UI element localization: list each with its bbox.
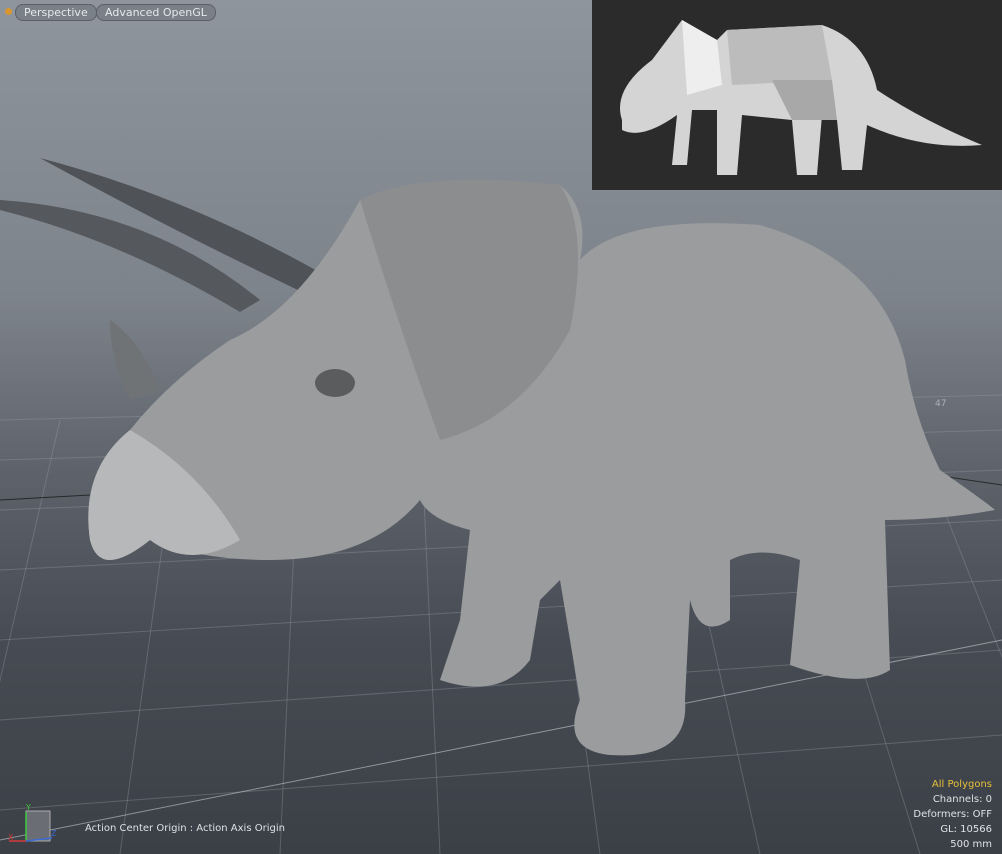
render-mode-button[interactable]: Advanced OpenGL xyxy=(96,4,216,21)
selection-mode-label: All Polygons xyxy=(931,779,992,790)
triceratops-model[interactable] xyxy=(0,158,996,756)
low-poly-model xyxy=(620,20,982,175)
gl-polycount-readout: GL: 10566 xyxy=(940,824,992,835)
deformers-readout: Deformers: OFF xyxy=(913,809,992,820)
grid-label: 47 xyxy=(935,399,946,409)
x-axis-label: X xyxy=(8,833,14,842)
channels-readout: Channels: 0 xyxy=(932,794,992,805)
grid-scale-readout: 500 mm xyxy=(950,839,992,850)
axis-orientation-gizmo: Y X Z xyxy=(8,803,57,842)
viewport-indicator-icon[interactable] xyxy=(5,8,12,15)
perspective-view-button[interactable]: Perspective xyxy=(15,4,97,21)
action-center-status: Action Center Origin : Action Axis Origi… xyxy=(85,823,285,834)
z-axis-label: Z xyxy=(51,829,57,838)
y-axis-label: Y xyxy=(25,803,31,812)
low-poly-preview-inset xyxy=(592,0,1002,190)
